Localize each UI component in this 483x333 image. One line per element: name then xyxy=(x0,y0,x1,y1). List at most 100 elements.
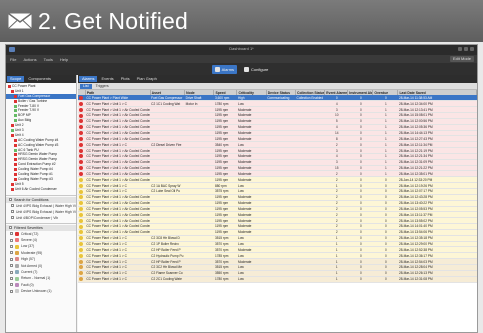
window-title: Dashboard 1* xyxy=(229,46,254,51)
tab-scope[interactable]: Scope xyxy=(7,76,25,82)
checkbox-icon[interactable] xyxy=(10,264,13,268)
severity-icon xyxy=(79,247,83,252)
severity-icon xyxy=(79,201,83,206)
status-square-icon xyxy=(14,168,17,172)
severity-icon xyxy=(79,107,83,112)
checkbox-icon[interactable] xyxy=(11,204,14,208)
severity-icon xyxy=(79,230,83,235)
checkbox-icon[interactable] xyxy=(10,277,13,281)
severity-icon xyxy=(79,271,83,276)
status-square-icon xyxy=(14,119,17,123)
cell-path: CC Power Plant > Unit 1 > C xyxy=(85,276,151,283)
menu-actions[interactable]: Actions xyxy=(23,57,36,62)
severity-cell xyxy=(78,276,86,283)
checkbox-icon[interactable] xyxy=(11,216,14,220)
checkbox-icon[interactable] xyxy=(11,210,14,214)
tree-node[interactable]: Unit 6 Air Cooled Condenser xyxy=(6,187,76,192)
alarm-icon xyxy=(214,66,220,72)
cell-date: 28-Mar-14 12:31:08 PM xyxy=(397,276,477,283)
status-square-icon xyxy=(14,109,17,113)
severity-icon xyxy=(79,242,83,246)
banner-title: 2. Get Notified xyxy=(38,7,189,34)
table-row[interactable]: CC Power Plant > Unit 1 > C C2 2C1 Coolin… xyxy=(78,276,477,283)
cell-crit: Low xyxy=(236,276,267,283)
menu-tools[interactable]: Tools xyxy=(44,57,53,62)
checkbox-icon[interactable] xyxy=(10,251,13,255)
tab-alarms[interactable]: Alarms xyxy=(79,76,98,82)
tab-components[interactable]: Components xyxy=(25,76,54,82)
configure-button[interactable]: Configure xyxy=(241,65,271,74)
severity-icon xyxy=(79,207,83,211)
minimize-icon[interactable] xyxy=(458,47,462,51)
configure-button-label: Configure xyxy=(251,66,269,72)
checkbox-icon[interactable] xyxy=(10,283,13,287)
severity-icon xyxy=(79,113,83,118)
severity-color-icon xyxy=(15,289,19,294)
tab-plan-graph[interactable]: Plan Graph xyxy=(134,76,160,82)
status-square-icon xyxy=(14,138,17,142)
window-titlebar: Dashboard 1* xyxy=(6,45,477,55)
status-square-icon xyxy=(11,133,14,137)
severity-icon xyxy=(79,259,83,264)
severity-icon xyxy=(79,95,83,100)
cell-over: 0 xyxy=(372,276,398,283)
tab-plots[interactable]: Plots xyxy=(118,76,133,82)
mail-icon xyxy=(8,13,32,29)
status-square-icon xyxy=(14,158,17,162)
severity-filter-item[interactable]: Device Unknown (1) xyxy=(6,288,76,294)
severity-icon xyxy=(79,119,83,124)
severity-color-icon xyxy=(15,282,19,287)
status-square-icon xyxy=(8,84,11,88)
severity-color-icon xyxy=(15,238,19,243)
severity-icon xyxy=(79,189,83,194)
close-icon[interactable] xyxy=(470,47,474,51)
severity-icon xyxy=(79,136,83,141)
severity-color-icon xyxy=(15,244,19,249)
checkbox-icon[interactable] xyxy=(9,226,12,230)
severity-icon xyxy=(79,125,83,130)
menu-help[interactable]: Help xyxy=(60,57,68,62)
wrench-icon xyxy=(244,66,250,72)
severity-color-icon xyxy=(15,231,19,236)
status-square-icon xyxy=(14,177,17,181)
severity-icon xyxy=(79,154,83,159)
status-square-icon xyxy=(14,148,17,152)
severity-icon xyxy=(79,224,83,229)
severity-icon xyxy=(79,177,83,182)
cell-coll xyxy=(295,276,325,283)
severity-color-icon xyxy=(15,250,19,255)
maximize-icon[interactable] xyxy=(464,47,468,51)
cell-dev xyxy=(266,276,296,283)
severity-icon xyxy=(79,212,83,217)
checkbox-icon[interactable] xyxy=(10,289,13,293)
checkbox-icon[interactable] xyxy=(10,232,13,236)
edit-mode-button[interactable]: Edit Mode xyxy=(449,56,474,62)
condition-label: Unit 4/BOP/Condenser | Vib xyxy=(16,215,59,220)
severity-icon xyxy=(79,142,83,147)
menu-file[interactable]: File xyxy=(10,57,16,62)
severity-icon xyxy=(79,148,83,153)
subtab-triggers[interactable]: Triggers xyxy=(93,84,112,89)
severity-color-icon xyxy=(15,257,19,262)
severity-icon xyxy=(79,171,83,176)
checkbox-icon[interactable] xyxy=(10,238,13,242)
severity-icon xyxy=(79,236,83,241)
checkbox-icon[interactable] xyxy=(10,245,13,249)
severity-filter-label: Device Unknown (1) xyxy=(21,289,52,294)
tab-events[interactable]: Events xyxy=(98,76,116,82)
condition-item[interactable]: Unit 4/BOP/Condenser | Vib xyxy=(6,215,76,221)
column-header[interactable]: Event Alarms xyxy=(324,90,349,95)
subtab-list[interactable]: List xyxy=(80,84,92,89)
column-header[interactable]: Collection Status xyxy=(295,90,326,95)
checkbox-icon[interactable] xyxy=(10,257,13,261)
status-square-icon xyxy=(11,128,14,132)
severity-icon xyxy=(79,183,83,188)
checkbox-icon[interactable] xyxy=(9,198,12,202)
column-header[interactable]: Instrument Alarms xyxy=(347,90,374,95)
alarms-button[interactable]: Alarms xyxy=(211,64,238,74)
left-panel: Scope Components CC Power Plant Unit 1 Fue… xyxy=(6,75,77,332)
checkbox-icon[interactable] xyxy=(10,270,13,274)
main-panel: Alarms Events Plots Plan Graph List Trig… xyxy=(78,75,477,332)
toolbar: Alarms Configure xyxy=(6,63,477,75)
status-square-icon xyxy=(14,94,17,98)
